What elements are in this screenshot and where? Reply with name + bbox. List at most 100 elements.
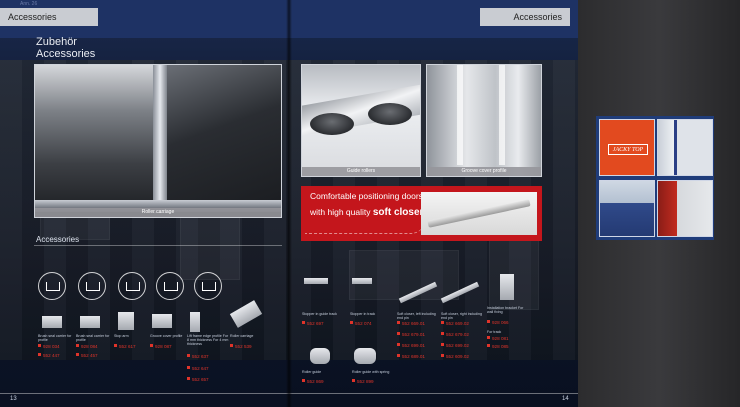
brochure-spread: Ann. 26 Accessories Zubehör Accessories … [0, 0, 578, 407]
soft-closer-banner: Comfortable positioning doors with high … [301, 186, 542, 241]
product-code-value: 552 899 [357, 379, 374, 384]
thumbnail-logo[interactable]: JACKY TOP [599, 119, 655, 176]
product-code-value: 552 637 [192, 354, 209, 359]
stop-arm-image [118, 312, 134, 330]
guide-rollers-photo: Guide rollers [301, 64, 421, 177]
product-code: 552 657 [187, 377, 209, 383]
product-code-value: 552 669.02 [446, 321, 469, 326]
product-code: 552 669.01 [397, 321, 425, 327]
roller-guide-spring-image [354, 348, 376, 364]
soft-closer-image [421, 192, 537, 235]
photo-caption: Groove cover profile [427, 167, 541, 176]
roller-guide-image [310, 348, 330, 364]
product-label: Stopper in track [350, 312, 376, 316]
product-code: 928 085 [487, 344, 509, 350]
title-german: Zubehör [36, 36, 77, 48]
product-code: 928 034 [38, 344, 60, 350]
product-code-value: 928 066 [492, 320, 509, 325]
product-code-value: 552 679.02 [446, 332, 469, 337]
title-english: Accessories [36, 48, 96, 60]
product-code: 928 084 [76, 344, 98, 350]
product-code: 552 699.02 [441, 343, 469, 349]
page-header-mark: Ann. 26 [20, 1, 38, 7]
stopper-track-image [352, 278, 372, 284]
product-code-value: 552 697 [307, 321, 324, 326]
product-label: Lift frame edge profile For 8 mm thickne… [187, 334, 229, 346]
photo-caption: Guide rollers [302, 167, 420, 176]
product-code: 552 539 [230, 344, 252, 350]
product-label: For track [487, 330, 502, 334]
brush-seal-icon [38, 272, 66, 300]
thumbnail-wardrobe[interactable] [657, 119, 713, 176]
product-code: 552 074 [350, 321, 372, 327]
brush-seal-carrier-image [80, 316, 100, 328]
product-code: 928 081 [487, 336, 509, 342]
product-label: Stopper in guide track [302, 312, 337, 316]
roller-carriage-photo: Roller carriage [34, 64, 282, 218]
product-code-value: 552 699.02 [446, 343, 469, 348]
thumbnail-red-doors[interactable] [657, 180, 713, 237]
product-code: 552 637 [187, 354, 209, 360]
product-code-value: 928 081 [492, 336, 509, 341]
aluminium-post [153, 65, 167, 213]
product-code: 552 679.02 [441, 332, 469, 338]
section-label: Accessories [36, 235, 80, 244]
thumbnail-panel: JACKY TOP [596, 116, 714, 240]
product-code: 552 647 [187, 366, 209, 372]
page-number-right: 14 [562, 396, 569, 402]
product-label: Brush seal carrier for profile [76, 334, 110, 342]
page-title: Zubehör Accessories [36, 36, 95, 60]
product-code-value: 552 647 [192, 366, 209, 371]
soft-closer-bar [427, 199, 531, 228]
section-divider [34, 245, 282, 246]
product-code: 552 669.02 [441, 321, 469, 327]
banner-subline: with high quality soft closer. [310, 207, 426, 218]
product-code: 552 609.02 [441, 354, 469, 360]
product-code-value: 928 084 [81, 344, 98, 349]
product-label: Installation bracket For wall fixing [487, 306, 524, 314]
edge-profile-icon [194, 272, 222, 300]
stop-arm-icon [118, 272, 146, 300]
product-code-value: 552 869 [307, 379, 324, 384]
photo-caption: Roller carriage [35, 208, 281, 217]
banner-headline: Comfortable positioning doors [310, 191, 423, 201]
product-code-value: 552 617 [119, 344, 136, 349]
footer-rule-right [289, 393, 578, 394]
product-code: 552 617 [114, 344, 136, 350]
groove-cover-image [152, 314, 172, 328]
product-code: 928 087 [150, 344, 172, 350]
brush-seal-icon [78, 272, 106, 300]
guide-roller [310, 113, 354, 135]
brand-logo: JACKY TOP [608, 144, 648, 155]
section-tab-left: Accessories [0, 8, 98, 26]
page-number-left: 13 [10, 396, 17, 402]
product-code-value: 928 034 [43, 344, 60, 349]
profile-ridge [499, 65, 505, 165]
product-code: 552 689.01 [397, 354, 425, 360]
banner-subline-prefix: with high quality [310, 207, 373, 217]
product-code-value: 552 657 [192, 377, 209, 382]
banner-swoosh [305, 220, 425, 234]
product-label: Groove cover profile [150, 334, 183, 338]
product-code: 552 457 [76, 353, 98, 359]
product-code: 552 697 [302, 321, 324, 327]
guide-roller [368, 103, 412, 125]
product-code: 552 447 [38, 353, 60, 359]
furniture-shape [349, 250, 459, 300]
product-code: 552 899 [352, 379, 374, 385]
product-code-value: 552 074 [355, 321, 372, 326]
door-panel [165, 65, 281, 205]
left-page: Ann. 26 Accessories Zubehör Accessories … [0, 0, 289, 407]
product-code: 928 066 [487, 320, 509, 326]
groove-cover-photo: Groove cover profile [426, 64, 542, 177]
product-code-value: 552 679.01 [402, 332, 425, 337]
product-label: Roller guide with spring [352, 370, 390, 374]
product-code-value: 928 087 [155, 344, 172, 349]
product-label: Soft closer, left including end pin [397, 312, 436, 320]
groove-cover-icon [156, 272, 184, 300]
footer-rule-left [0, 393, 289, 394]
product-code-value: 552 447 [43, 353, 60, 358]
product-code-value: 552 539 [235, 344, 252, 349]
product-label: Brush seal carrier for profile [38, 334, 72, 342]
thumbnail-office[interactable] [599, 180, 655, 237]
